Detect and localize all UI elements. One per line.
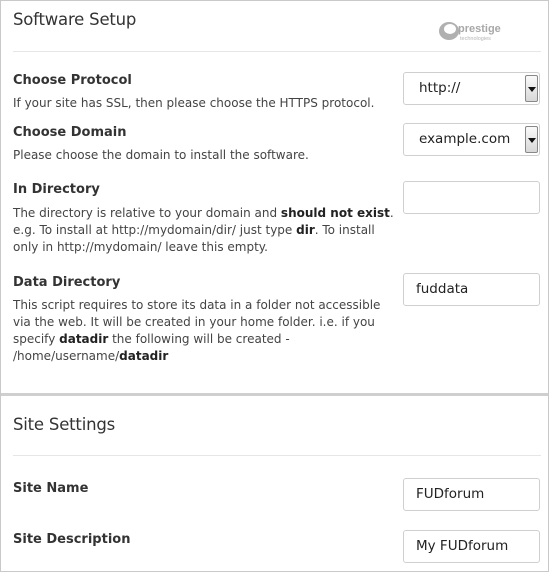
install-form: Software Setup prestige technologies Cho… xyxy=(0,0,549,572)
protocol-description: If your site has SSL, then please choose… xyxy=(13,96,375,110)
chevron-down-icon[interactable] xyxy=(525,75,538,102)
data-directory-input[interactable]: fuddata xyxy=(403,273,540,306)
directory-description: The directory is relative to your domain… xyxy=(13,206,394,254)
site-settings-section: Site Settings Site Name FUDforum Site De… xyxy=(1,393,548,574)
software-setup-section: Software Setup prestige technologies Cho… xyxy=(1,1,548,393)
domain-description: Please choose the domain to install the … xyxy=(13,148,309,162)
site-name-input[interactable]: FUDforum xyxy=(403,478,540,511)
chevron-down-icon[interactable] xyxy=(525,126,538,153)
section-divider xyxy=(13,455,541,456)
domain-label: Choose Domain xyxy=(13,125,127,140)
directory-label: In Directory xyxy=(13,182,100,197)
prestige-logo: prestige technologies xyxy=(439,22,501,42)
protocol-label: Choose Protocol xyxy=(13,73,132,88)
site-settings-title: Site Settings xyxy=(13,415,115,434)
logo-text: prestige xyxy=(458,23,501,35)
data-directory-label: Data Directory xyxy=(13,275,121,290)
site-description-label: Site Description xyxy=(13,532,131,547)
directory-input[interactable] xyxy=(403,181,540,214)
protocol-select[interactable]: http:// xyxy=(403,72,540,105)
site-description-input[interactable]: My FUDforum xyxy=(403,530,540,563)
site-name-label: Site Name xyxy=(13,481,89,496)
domain-select-value: example.com xyxy=(419,131,511,147)
section-divider xyxy=(13,51,541,52)
software-setup-title: Software Setup xyxy=(13,10,137,29)
logo-subtext: technologies xyxy=(460,36,491,42)
domain-select[interactable]: example.com xyxy=(403,123,540,156)
protocol-select-value: http:// xyxy=(419,80,461,96)
data-directory-description: This script requires to store its data i… xyxy=(13,298,381,363)
